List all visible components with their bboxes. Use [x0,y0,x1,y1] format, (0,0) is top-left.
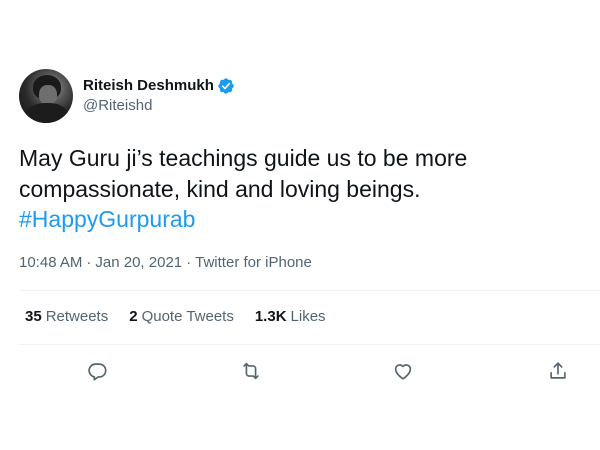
retweets-stat[interactable]: 35 Retweets [25,307,108,327]
likes-label: Likes [290,308,326,325]
display-name[interactable]: Riteish Deshmukh [83,76,214,96]
tweet-text: May Guru ji’s teachings guide us to be m… [19,143,579,235]
user-names: Riteish Deshmukh @Riteishd [83,76,235,116]
likes-count: 1.3K [254,308,287,325]
likes-stat[interactable]: 1.3K Likes [255,307,326,327]
reply-icon [88,363,107,381]
avatar[interactable] [19,69,73,123]
name-row: Riteish Deshmukh [83,76,235,96]
tweet-card: Riteish Deshmukh @Riteishd May Guru ji’s… [0,0,600,450]
retweets-label: Retweets [45,308,109,325]
reply-button[interactable] [83,357,111,385]
retweet-icon [243,362,259,380]
tweet-time[interactable]: 10:48 AM [19,254,82,271]
tweet-source-link[interactable]: Twitter for iPhone [195,254,312,271]
tweet-date[interactable]: Jan 20, 2021 [95,254,182,271]
hashtag-link[interactable]: #HappyGurpurab [19,206,195,232]
tweet-actions [0,357,600,385]
user-handle[interactable]: @Riteishd [83,96,235,116]
retweets-count: 35 [25,308,42,325]
meta-separator-2: · [186,254,192,271]
share-icon [550,362,566,379]
tweet-body: May Guru ji’s teachings guide us to be m… [19,145,468,202]
verified-badge-icon [217,77,235,95]
quote-tweets-count: 2 [129,308,138,325]
divider [19,344,600,345]
tweet-header: Riteish Deshmukh @Riteishd [19,69,235,123]
meta-separator: · [86,254,92,271]
tweet-meta: 10:48 AM · Jan 20, 2021 · Twitter for iPhone [19,253,312,273]
tweet-stats: 35 Retweets 2 Quote Tweets 1.3K Likes [25,307,347,327]
quote-tweets-label: Quote Tweets [141,308,234,325]
quote-tweets-stat[interactable]: 2 Quote Tweets [129,307,234,327]
divider [19,290,600,291]
like-button[interactable] [389,357,417,385]
retweet-button[interactable] [237,357,265,385]
heart-icon [394,364,412,380]
share-button[interactable] [544,357,572,385]
